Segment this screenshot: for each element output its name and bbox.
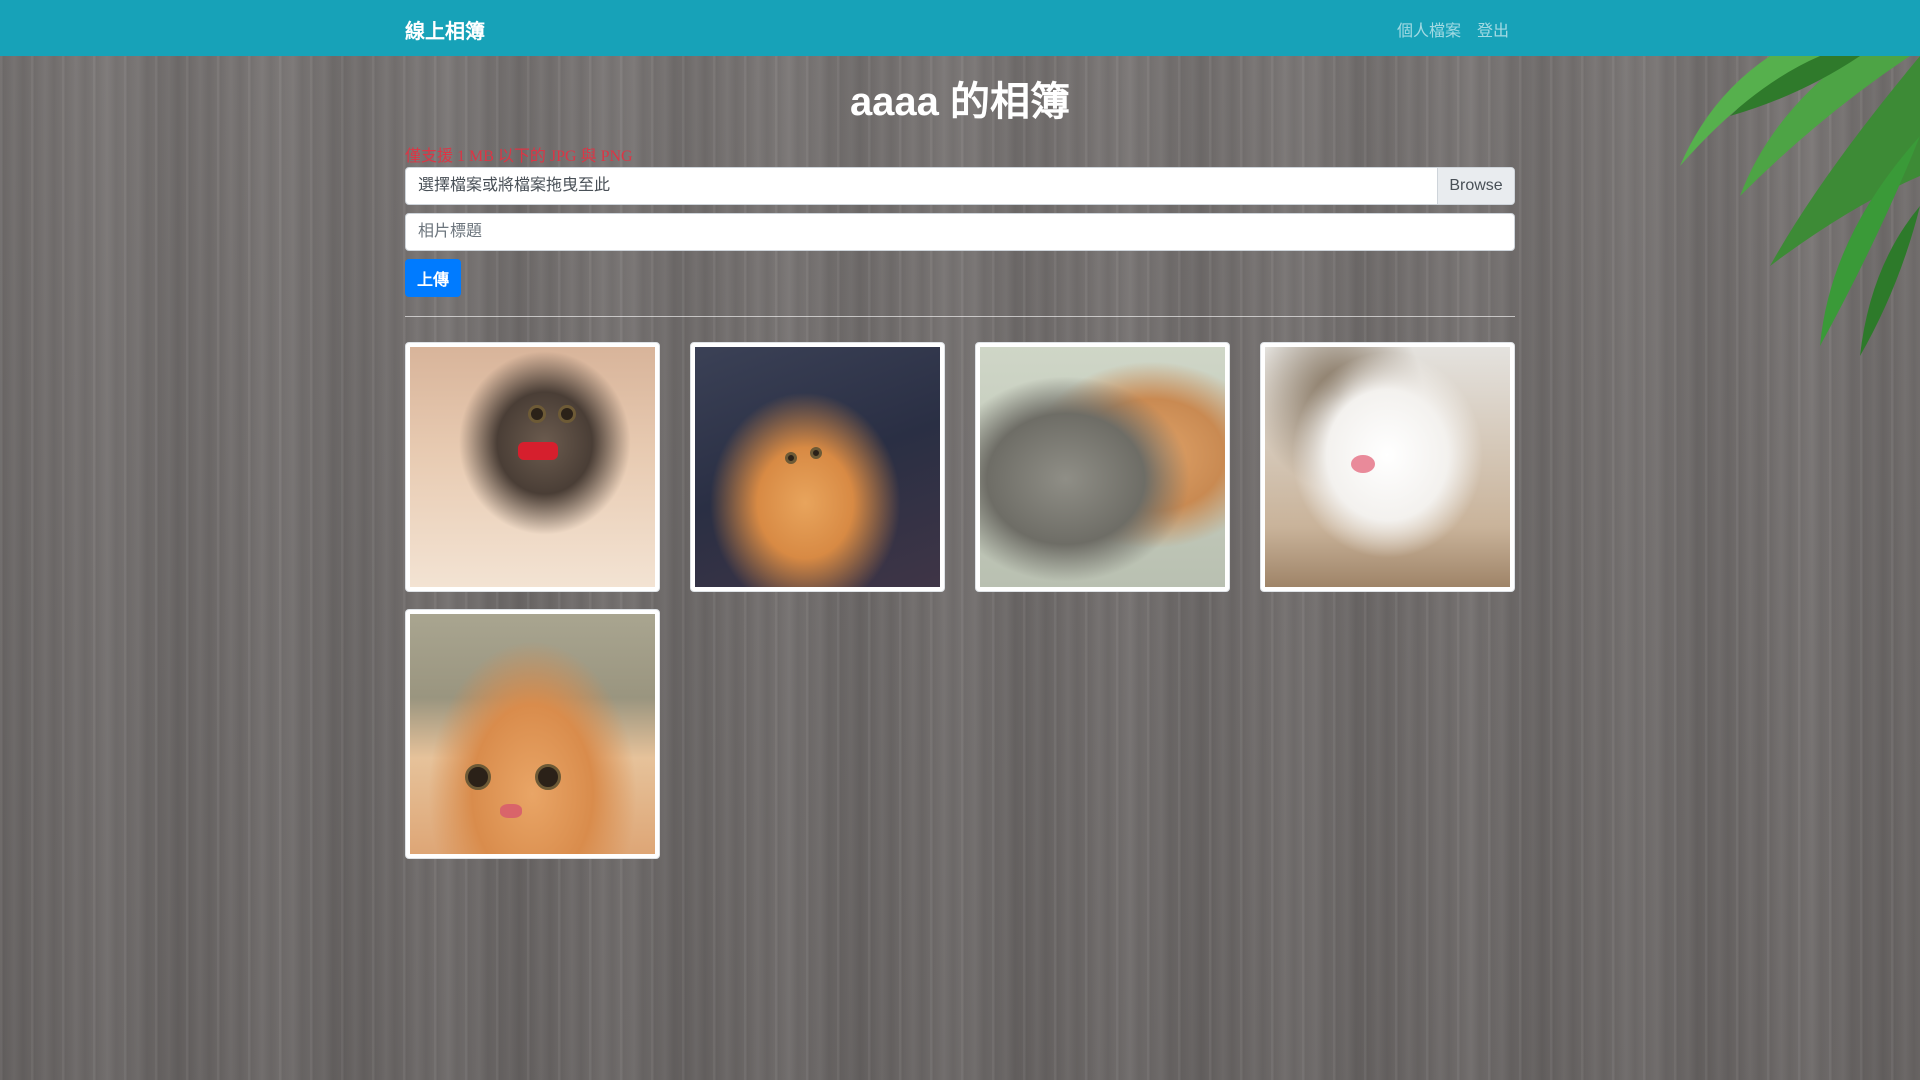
photo-thumbnail[interactable]: [405, 342, 660, 592]
nav-link-logout[interactable]: 登出: [1477, 17, 1509, 41]
eye-shape: [810, 447, 822, 459]
eye-shape: [558, 405, 576, 423]
eye-shape: [535, 764, 561, 790]
file-input-label[interactable]: 選擇檔案或將檔案拖曳至此: [406, 168, 1437, 204]
nose-shape: [500, 804, 522, 818]
nav-link-profile[interactable]: 個人檔案: [1397, 17, 1461, 41]
eye-shape: [528, 405, 546, 423]
navbar: 線上相簿 個人檔案 登出: [0, 0, 1920, 56]
leaves-decoration: [1680, 56, 1920, 356]
browse-button[interactable]: Browse: [1437, 168, 1514, 204]
upload-button[interactable]: 上傳: [405, 259, 462, 297]
photo-thumbnail[interactable]: [405, 609, 660, 859]
upload-hint: 僅支援 1 MB 以下的 JPG 與 PNG: [405, 148, 633, 165]
red-bow-shape: [518, 442, 558, 460]
brand-link[interactable]: 線上相簿: [405, 15, 485, 44]
file-input[interactable]: 選擇檔案或將檔案拖曳至此 Browse: [405, 167, 1515, 205]
main-container: aaaa 的相簿 僅支援 1 MB 以下的 JPG 與 PNG 選擇檔案或將檔案…: [405, 56, 1515, 859]
photo-title-input[interactable]: [405, 213, 1515, 251]
nav-links: 個人檔案 登出: [1397, 17, 1509, 41]
photo-thumbnail[interactable]: [1260, 342, 1515, 592]
photo-gallery: [405, 342, 1515, 859]
photo-image: [980, 347, 1225, 587]
photo-image: [410, 614, 655, 854]
nose-shape: [1351, 455, 1375, 473]
eye-shape: [785, 452, 797, 464]
photo-thumbnail[interactable]: [690, 342, 945, 592]
photo-image: [1265, 347, 1510, 587]
photo-image: [410, 347, 655, 587]
divider: [405, 316, 1515, 317]
photo-image: [695, 347, 940, 587]
photo-thumbnail[interactable]: [975, 342, 1230, 592]
page-title: aaaa 的相簿: [849, 80, 1071, 124]
eye-shape: [465, 764, 491, 790]
